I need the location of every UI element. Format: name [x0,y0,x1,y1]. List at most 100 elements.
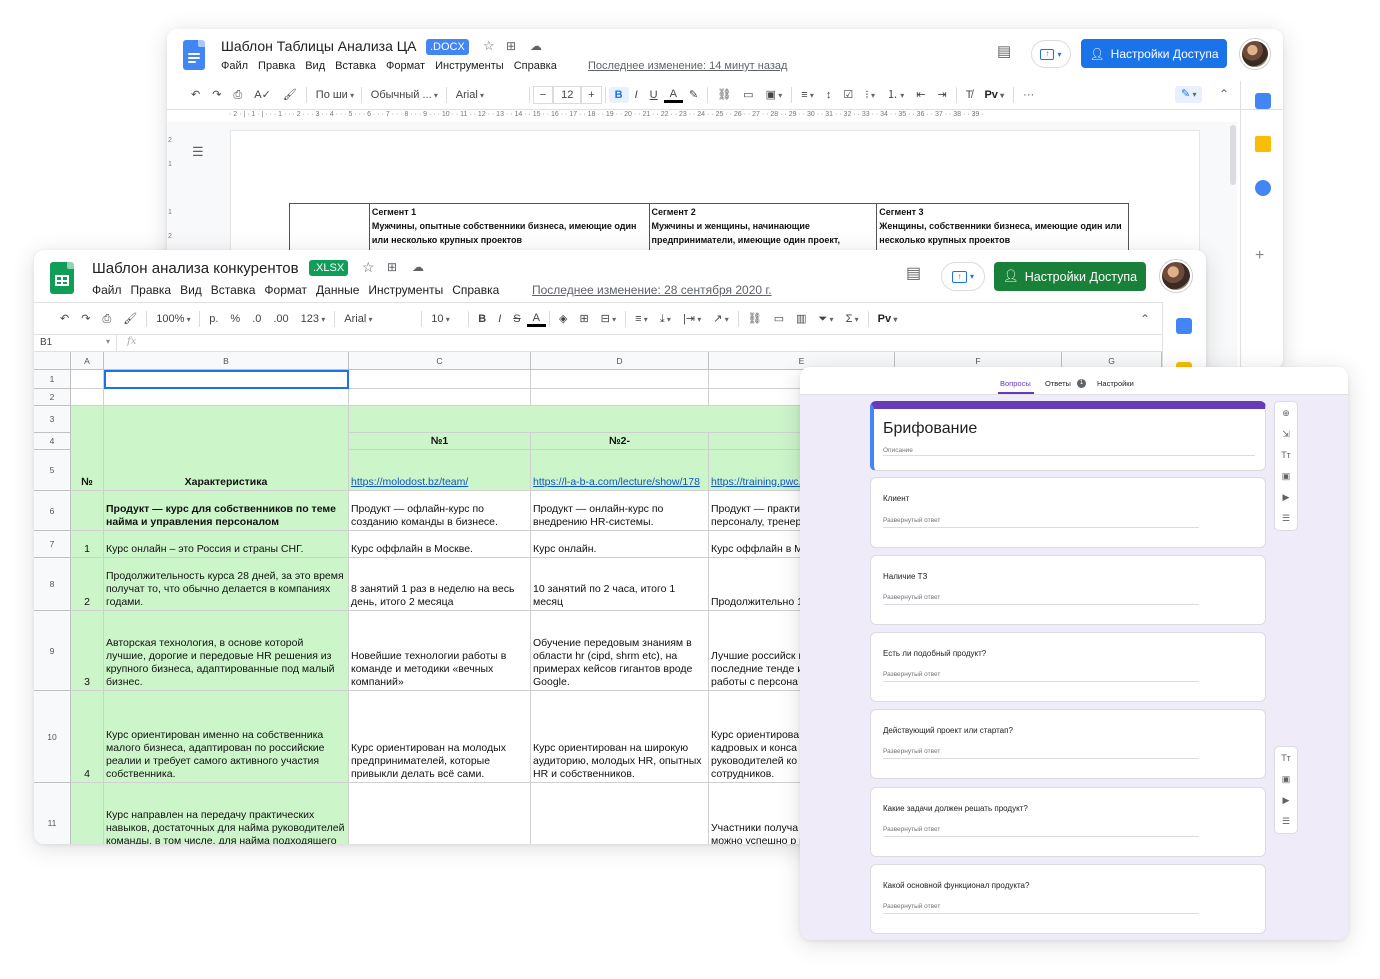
indent-more-icon[interactable]: ⇥ [931,87,952,103]
bullet-list-icon[interactable]: ⁝ [859,87,881,104]
competitor-2-cell[interactable]: Курс онлайн. [531,531,709,558]
paint-format-icon[interactable]: 🖌︎ [277,87,303,103]
paint-format-icon[interactable]: 🖌︎ [117,311,143,327]
zoom-select[interactable]: По ши [310,87,358,104]
print-icon[interactable]: ⎙ [96,311,117,327]
menu-insert[interactable]: Вставка [335,60,376,72]
highlight-icon[interactable]: ✎ [683,87,704,103]
menu-data[interactable]: Данные [316,283,359,297]
avatar[interactable] [1240,39,1270,69]
merge-cells-icon[interactable]: ⊟ [595,311,622,328]
decrease-decimal[interactable]: .0 [246,311,267,327]
header-competitor-1[interactable]: №1 [349,433,531,450]
question-title[interactable]: Клиент [883,494,909,503]
sheets-share-button[interactable]: 👤︎ Настройки Доступа [994,262,1146,291]
redo-icon[interactable]: ↷ [75,311,96,327]
column-header[interactable]: C [349,352,531,370]
font-select[interactable]: Arial [338,311,418,328]
row-header[interactable]: 8 [34,558,71,611]
header-characteristic[interactable]: Характеристика [104,406,349,491]
add-image-icon[interactable]: ▣ [1275,769,1297,790]
functions-button[interactable]: Σ [840,311,865,328]
menu-tools[interactable]: Инструменты [435,60,504,72]
image-icon[interactable]: ▣ [760,87,789,104]
characteristic-cell[interactable]: Курс онлайн – это Россия и страны СНГ. [104,531,349,558]
add-addon-icon[interactable]: + [1255,248,1264,264]
add-title-icon[interactable]: Tт [1275,445,1297,466]
link-icon[interactable]: ⛓︎ [711,87,737,103]
keep-icon[interactable] [1255,136,1271,152]
wrap-icon[interactable]: |⇥ [677,311,707,328]
question-title[interactable]: Какой основной функционал продукта? [883,881,1029,890]
star-icon[interactable]: ☆ [483,39,495,53]
row-number-cell[interactable]: 4 [71,691,104,783]
header-num[interactable]: № [71,406,104,491]
competitor-2-link[interactable]: https://l-a-b-a.com/lecture/show/178 [533,476,700,489]
font-size-input[interactable]: 12 [553,86,582,104]
menu-help[interactable]: Справка [514,60,557,72]
edit-mode-icon[interactable]: ✎ [1175,86,1203,103]
font-size-decrease[interactable]: − [532,86,554,104]
present-button[interactable]: ↑ ▾ [1031,40,1071,68]
row-header[interactable]: 1 [34,370,71,389]
row-header[interactable]: 6 [34,491,71,531]
more-formats[interactable]: 123 [295,311,332,328]
star-icon[interactable]: ☆ [362,260,375,274]
undo-icon[interactable]: ↶ [185,87,206,103]
text-color-button[interactable]: A [663,88,683,103]
comment-add-icon[interactable]: ▭ [768,311,790,327]
rotate-icon[interactable]: ↗ [707,311,734,328]
currency-format[interactable]: р. [203,311,224,327]
strikethrough-button[interactable]: S [507,311,526,327]
zoom-select[interactable]: 100% [150,311,196,328]
scrollbar[interactable] [1230,125,1236,185]
row-number-cell[interactable]: 5 [71,783,104,844]
clear-format-icon[interactable]: T̸ [960,87,979,103]
menu-edit[interactable]: Правка [258,60,295,72]
characteristic-cell[interactable]: Продолжительность курса 28 дней, за это … [104,558,349,611]
row-number-cell[interactable]: 1 [71,531,104,558]
row-header[interactable]: 11 [34,783,71,844]
competitor-1-link[interactable]: https://molodost.bz/team/ [351,476,468,489]
add-video-icon[interactable]: ▶ [1275,790,1297,811]
formula-input[interactable] [152,335,1162,352]
row-header[interactable]: 10 [34,691,71,783]
print-icon[interactable]: ⎙ [227,87,248,103]
sheet-title[interactable]: Шаблон анализа конкурентов [92,260,299,277]
cloud-status-icon[interactable]: ☁ [412,260,424,274]
percent-format[interactable]: % [224,311,246,327]
competitor-1-link-cell[interactable]: https://molodost.bz/team/ [349,450,531,491]
more-icon[interactable]: ··· [1017,87,1040,103]
competitor-2-cell[interactable]: Обучение передовым знаниям в области hr … [531,611,709,691]
competitor-1-cell[interactable]: Продукт — офлайн-курс по созданию команд… [349,491,531,531]
last-edit-link[interactable]: Последнее изменение: 14 минут назад [588,60,787,72]
competitor-1-cell[interactable]: Новейшие технологии работы в команде и м… [349,611,531,691]
folder-move-icon[interactable]: ⊞ [506,39,516,53]
select-all-corner[interactable] [34,352,71,370]
competitor-2-cell[interactable] [531,783,709,844]
question-title[interactable]: Есть ли подобный продукт? [883,649,986,658]
column-header[interactable]: B [104,352,349,370]
style-select[interactable]: Обычный ... [365,87,443,104]
column-header[interactable]: A [71,352,104,370]
question-card[interactable]: Клиент Развернутый ответ [870,477,1266,548]
font-size-select[interactable]: 10 [425,311,465,328]
question-card[interactable]: Какие задачи должен решать продукт? Разв… [870,787,1266,857]
competitor-1-cell[interactable]: — [349,783,531,844]
menu-insert[interactable]: Вставка [211,283,256,297]
menu-view[interactable]: Вид [180,283,202,297]
numbered-list-icon[interactable]: ⒈ [881,87,910,104]
row-header[interactable]: 7 [34,531,71,558]
add-image-icon[interactable]: ▣ [1275,466,1297,487]
collapse-chevron-icon[interactable]: ⌃ [1140,312,1150,326]
docs-app-icon[interactable] [183,40,205,70]
row-header[interactable]: 3 [34,406,71,433]
font-size-increase[interactable]: + [581,86,602,104]
characteristic-cell[interactable]: Курс ориентирован именно на собственника… [104,691,349,783]
menu-format[interactable]: Формат [386,60,425,72]
v-align-icon[interactable]: ⤓ [654,311,677,328]
underline-button[interactable]: U [644,87,664,103]
characteristic-cell[interactable]: Авторская технология, в основе которой л… [104,611,349,691]
tab-settings[interactable]: Настройки [1097,379,1134,388]
row-number-cell[interactable]: 2 [71,558,104,611]
